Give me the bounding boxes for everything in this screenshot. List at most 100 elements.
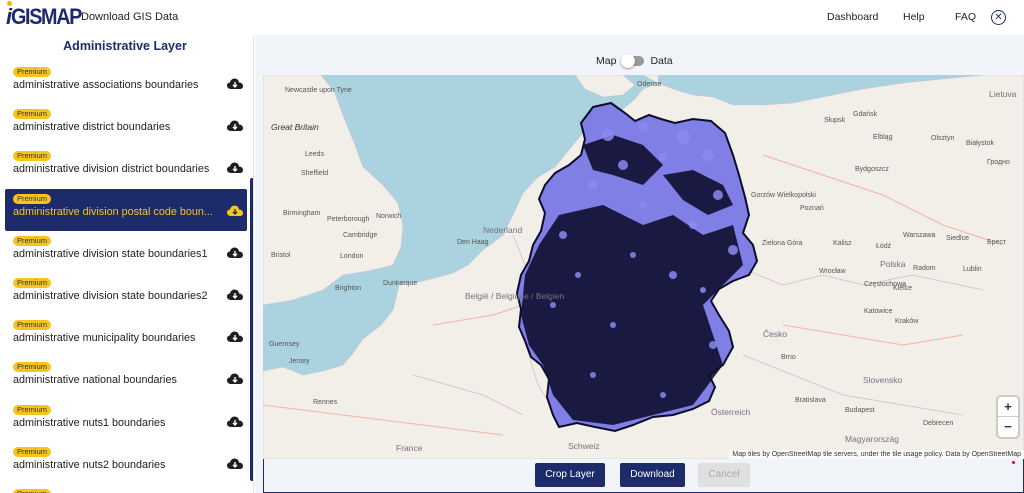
map-label-bydgoszcz: Bydgoszcz	[855, 166, 889, 173]
map-label-olsztyn: Olsztyn	[931, 135, 955, 142]
map-label-poznan: Poznań	[800, 205, 824, 212]
layer-item[interactable]: Premium administrative nuts2 boundaries	[5, 442, 247, 484]
layer-item-label: administrative nuts1 boundaries	[13, 416, 166, 429]
top-header: i GISMAP Download GIS Data Dashboard Help…	[0, 0, 1024, 35]
layer-item-label: administrative division state boundaries…	[13, 289, 208, 302]
map-label-lublin: Lublin	[963, 266, 982, 273]
denmark-land	[574, 75, 636, 98]
cloud-download-icon[interactable]	[227, 204, 243, 216]
map-label-bristol: Bristol	[271, 252, 291, 259]
status-dot	[1012, 461, 1015, 464]
premium-badge: Premium	[13, 320, 52, 331]
layer-item[interactable]: Premium administrative division district …	[5, 146, 247, 188]
map-label-siedlce: Siedlce	[946, 235, 969, 242]
layer-item-label: administrative national boundaries	[13, 374, 177, 387]
map-label-sheffield: Sheffield	[301, 170, 329, 177]
map-label-elblag: Elbląg	[873, 134, 893, 141]
premium-badge: Premium	[13, 446, 52, 457]
cloud-download-icon[interactable]	[227, 415, 243, 427]
map-label-birmingham: Birmingham	[283, 210, 321, 217]
map-label-bratislava: Bratislava	[795, 397, 826, 404]
zoom-control: + −	[998, 397, 1018, 437]
map-label-warszawa: Warszawa	[903, 232, 936, 239]
layer-item-label: administrative division district boundar…	[13, 163, 210, 176]
sidebar-scrollbar[interactable]	[250, 178, 253, 481]
map-label-grodno: Гродно	[987, 159, 1010, 166]
cloud-download-icon[interactable]	[227, 161, 243, 174]
map-label-norwich: Norwich	[376, 213, 402, 220]
map-label-cambridge: Cambridge	[343, 232, 378, 239]
zoom-out-button[interactable]: −	[998, 417, 1018, 437]
map-label-london: London	[340, 253, 364, 260]
premium-badge: Premium	[13, 277, 52, 288]
cloud-download-icon[interactable]	[227, 119, 243, 132]
map-label-brighton: Brighton	[335, 285, 362, 292]
map-label-budapest: Budapest	[845, 407, 875, 414]
premium-badge: Premium	[13, 235, 52, 246]
map-view[interactable]: Newcastle upon Tyne Great Britain Leeds …	[263, 75, 1024, 459]
layer-item[interactable]: Premium administrative municipality bound…	[5, 315, 247, 357]
layer-list: Premium administrative associations bound…	[5, 62, 247, 493]
map-canvas[interactable]	[263, 75, 1024, 459]
map-label-katowice: Katowice	[864, 308, 893, 315]
crop-layer-button[interactable]: Crop Layer	[535, 463, 605, 487]
layer-item[interactable]: Premium administrative division postal co…	[5, 188, 247, 231]
map-label-cesko: Česko	[763, 329, 788, 339]
layer-item[interactable]: Premium administrative division state bou…	[5, 273, 247, 315]
map-label-dunkerque: Dunkerque	[383, 280, 418, 287]
action-bar: Crop Layer Download Cancel	[263, 459, 1024, 493]
map-data-toggle[interactable]	[621, 54, 645, 68]
cloud-download-icon[interactable]	[227, 246, 243, 258]
cloud-download-icon[interactable]	[227, 77, 243, 89]
toggle-label-data: Data	[650, 55, 673, 67]
map-label-osterreich: Österreich	[711, 407, 751, 417]
map-label-rennes: Rennes	[313, 399, 338, 406]
cancel-button[interactable]: Cancel	[698, 463, 750, 487]
map-label-gdansk: Gdańsk	[853, 111, 878, 118]
layer-item[interactable]: Premium administrative national boundarie…	[5, 357, 247, 399]
download-button[interactable]: Download	[620, 463, 685, 487]
map-label-lodz: Łódź	[876, 243, 892, 250]
toggle-knob[interactable]	[621, 54, 636, 68]
nav-dashboard[interactable]: Dashboard	[827, 11, 878, 23]
map-label-kielce: Kielce	[893, 285, 913, 292]
layer-item[interactable]: Premium administrative division state bou…	[5, 231, 247, 273]
zoom-in-button[interactable]: +	[998, 397, 1018, 417]
map-label-magyarorszag: Magyarország	[845, 434, 899, 444]
cloud-download-icon[interactable]	[227, 457, 243, 469]
map-label-wroclaw: Wrocław	[819, 268, 846, 275]
layer-item[interactable]: Premium administrative nuts1 boundaries	[5, 400, 247, 442]
layer-item[interactable]: Premium administrative district boundarie…	[5, 104, 247, 146]
premium-badge: Premium	[13, 404, 52, 415]
map-label-slupsk: Słupsk	[824, 117, 846, 124]
layer-item-label: administrative division postal code boun…	[13, 205, 213, 218]
premium-badge: Premium	[13, 151, 52, 162]
map-label-brest: Брест	[987, 239, 1007, 246]
map-label-slovensko: Slovensko	[863, 375, 903, 385]
nav-faq[interactable]: FAQ	[955, 11, 976, 23]
map-label-belgie: België / Belgique / Belgien	[465, 291, 565, 301]
cloud-download-icon[interactable]	[227, 288, 243, 300]
layer-item-partial[interactable]: Premium	[5, 484, 247, 493]
map-label-debrecen: Debrecen	[923, 420, 954, 427]
map-label-krakow: Kraków	[895, 318, 919, 325]
cloud-download-icon[interactable]	[227, 372, 243, 385]
main-panel: Map Data Newcastle upon Tyne Great Brita…	[255, 35, 1024, 493]
close-icon[interactable]: ✕	[991, 10, 1006, 25]
layer-item-label: administrative division state boundaries…	[13, 247, 208, 260]
toggle-label-map: Map	[596, 55, 617, 67]
map-label-gorzow: Gorzów Wielkopolski	[751, 192, 816, 199]
nav-help[interactable]: Help	[903, 11, 925, 23]
map-label-france: France	[396, 443, 423, 453]
premium-badge: Premium	[13, 488, 52, 493]
layer-item[interactable]: Premium administrative associations bound…	[5, 62, 247, 104]
cloud-download-icon[interactable]	[227, 330, 243, 343]
premium-badge: Premium	[13, 193, 52, 204]
layer-item-label: administrative associations boundaries	[13, 79, 199, 91]
sidebar-title: Administrative Layer	[63, 39, 187, 53]
map-label-jersey: Jersey	[289, 358, 310, 365]
map-label-polska: Polska	[880, 259, 906, 269]
map-label-leeds: Leeds	[305, 151, 325, 158]
igismap-logo[interactable]: i GISMAP	[6, 1, 89, 30]
map-label-zielona-gora: Zielona Góra	[762, 240, 803, 247]
